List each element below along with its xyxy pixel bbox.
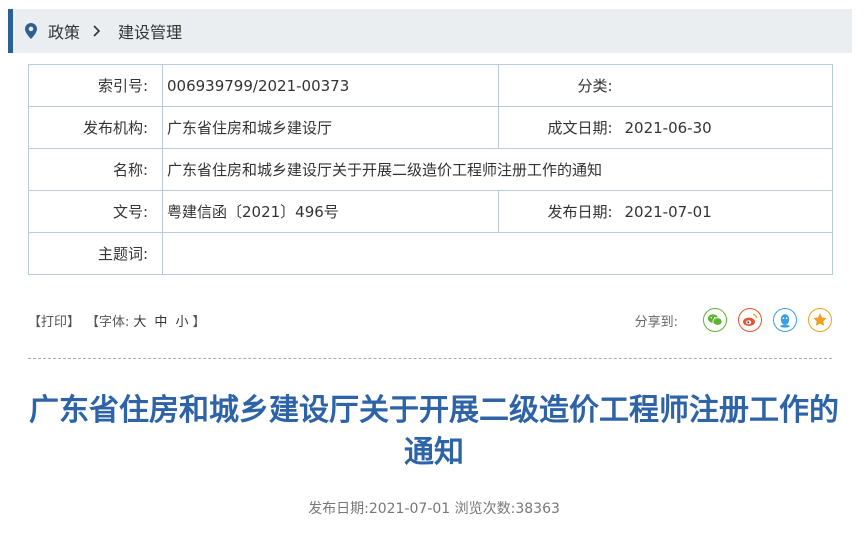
- chevron-right-icon: [92, 24, 106, 38]
- weibo-icon[interactable]: [738, 308, 762, 332]
- qzone-icon[interactable]: [808, 308, 832, 332]
- publish-info: 发布日期:2021-07-01 浏览次数:38363: [308, 501, 560, 517]
- name-value: 广东省住房和城乡建设厅关于开展二级造价工程师注册工作的通知: [162, 148, 833, 191]
- share-label: 分享到:: [634, 314, 678, 330]
- breadcrumb-current-link[interactable]: 建设管理: [118, 19, 182, 43]
- wechat-icon[interactable]: [703, 308, 727, 332]
- meta-row: 主题词:: [28, 232, 833, 275]
- font-size-label: 【字体:: [86, 314, 130, 330]
- created-date-label: 成文日期:: [498, 106, 621, 149]
- breadcrumb-home-link[interactable]: 政策: [48, 19, 80, 43]
- created-date-value: 2021-06-30: [620, 106, 833, 149]
- category-label: 分类:: [498, 64, 621, 107]
- keywords-label: 主题词:: [28, 232, 163, 275]
- docno-label: 文号:: [28, 190, 163, 233]
- published-date-label: 发布日期:: [498, 190, 621, 233]
- meta-row: 索引号: 006939799/2021-00373 分类:: [28, 64, 833, 107]
- article-title: 广东省住房和城乡建设厅关于开展二级造价工程师注册工作的通知: [29, 393, 839, 470]
- location-pin-icon: [25, 22, 39, 40]
- font-medium-link[interactable]: 中: [154, 311, 167, 330]
- qq-icon[interactable]: [773, 308, 797, 332]
- keywords-value: [162, 232, 833, 275]
- font-size-close: 】: [192, 314, 206, 330]
- breadcrumb: 政策 建设管理: [8, 9, 852, 53]
- font-small-link[interactable]: 小: [175, 311, 188, 330]
- divider: [28, 358, 832, 359]
- document-meta-table: 索引号: 006939799/2021-00373 分类: 发布机构: 广东省住…: [28, 64, 833, 275]
- print-link[interactable]: 【打印】: [28, 311, 80, 330]
- name-label: 名称:: [28, 148, 163, 191]
- issuer-label: 发布机构:: [28, 106, 163, 149]
- docno-value: 粤建信函〔2021〕496号: [162, 190, 499, 233]
- category-value: [620, 64, 833, 107]
- meta-row: 文号: 粤建信函〔2021〕496号 发布日期: 2021-07-01: [28, 190, 833, 233]
- font-large-link[interactable]: 大: [133, 311, 146, 330]
- meta-row: 名称: 广东省住房和城乡建设厅关于开展二级造价工程师注册工作的通知: [28, 148, 833, 191]
- index-label: 索引号:: [28, 64, 163, 107]
- meta-row: 发布机构: 广东省住房和城乡建设厅 成文日期: 2021-06-30: [28, 106, 833, 149]
- issuer-value: 广东省住房和城乡建设厅: [162, 106, 499, 149]
- index-value: 006939799/2021-00373: [162, 64, 499, 107]
- published-date-value: 2021-07-01: [620, 190, 833, 233]
- article-toolbar: 【打印】 【字体: 大 中 小 】 分享到:: [28, 304, 832, 336]
